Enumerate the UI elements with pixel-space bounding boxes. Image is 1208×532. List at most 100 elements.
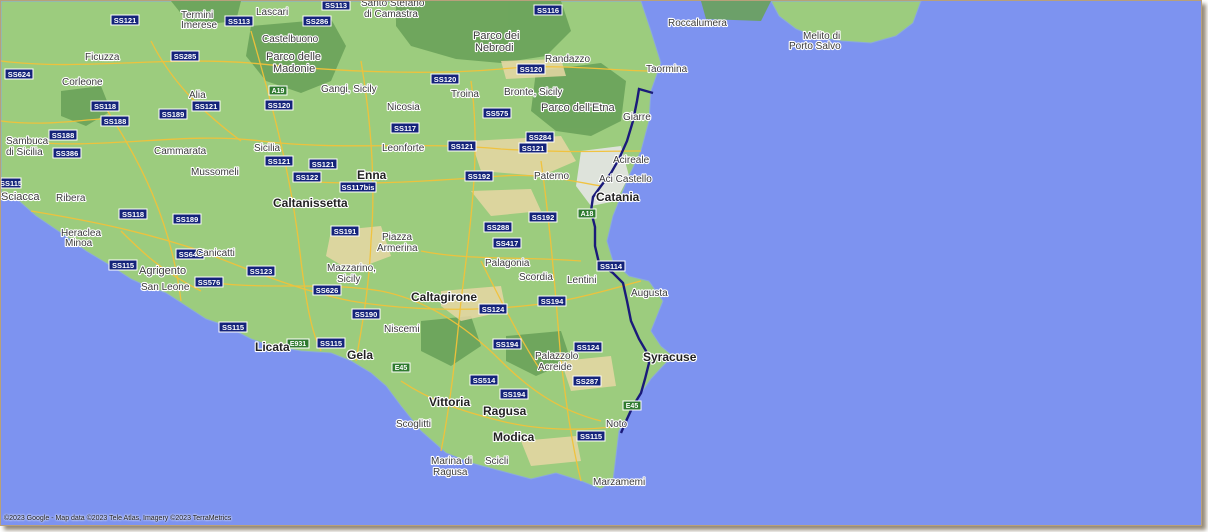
road-shield: SS514 (469, 374, 499, 386)
road-shield: SS116 (533, 4, 563, 16)
place-label: Troina (451, 89, 479, 100)
road-shield: SS121 (191, 100, 221, 112)
place-label: di Camastra (364, 9, 418, 20)
svg-text:SS189: SS189 (176, 215, 199, 224)
place-label: Mazzarino, (327, 263, 376, 274)
svg-text:SS194: SS194 (503, 390, 526, 399)
svg-text:SS194: SS194 (541, 297, 564, 306)
place-label: San Leone (141, 282, 190, 293)
svg-text:SS189: SS189 (162, 110, 185, 119)
place-label: Scordia (519, 272, 553, 283)
svg-text:SS115: SS115 (320, 339, 342, 348)
place-label: Parco delle (266, 51, 321, 63)
road-shield: SS124 (478, 303, 508, 315)
road-shield: SS120 (264, 99, 294, 111)
svg-text:SS121: SS121 (114, 16, 137, 25)
place-label: Marzamemi (593, 477, 645, 488)
place-label: Niscemi (384, 324, 420, 335)
place-label: Gangi, Sicily (321, 84, 377, 95)
place-label: Noto (606, 419, 628, 430)
road-shield: SS286 (302, 15, 332, 27)
place-label: Gela (347, 348, 373, 362)
place-label: Catania (596, 190, 640, 204)
svg-text:SS121: SS121 (522, 144, 545, 153)
place-label: Lascari (256, 7, 288, 18)
road-shield: SS194 (499, 388, 529, 400)
road-shield: SS191 (330, 225, 360, 237)
road-shield: SS120 (430, 73, 460, 85)
place-label: Ragusa (433, 467, 468, 478)
place-label: Piazza (382, 232, 412, 243)
place-label: Giarre (623, 112, 651, 123)
road-shield: SS189 (158, 108, 188, 120)
svg-text:SS121: SS121 (451, 142, 474, 151)
place-label: Licata (255, 340, 290, 354)
svg-text:SS115: SS115 (580, 432, 602, 441)
place-label: Paterno (534, 171, 569, 182)
road-shield: SS117bis (339, 181, 377, 193)
place-label: Marina di (431, 456, 472, 467)
place-label: di Sicilia (6, 147, 43, 158)
place-label: Roccalumera (668, 18, 727, 29)
svg-text:SS194: SS194 (496, 340, 519, 349)
road-shield: SS114 (596, 260, 626, 272)
svg-text:SS123: SS123 (250, 267, 273, 276)
svg-text:A18: A18 (581, 211, 594, 218)
place-label: Leonforte (382, 143, 425, 154)
svg-text:SS118: SS118 (94, 102, 116, 111)
road-shield: SS115 (576, 430, 606, 442)
svg-text:SS118: SS118 (122, 210, 144, 219)
road-shield: SS192 (464, 170, 494, 182)
place-label: Corleone (62, 77, 103, 88)
place-label: Agrigento (139, 265, 186, 277)
place-label: Cammarata (154, 146, 207, 157)
place-label: Castelbuono (262, 34, 319, 45)
road-shield: SS288 (483, 221, 513, 233)
road-shield: SS113 (224, 15, 254, 27)
road-shield: SS192 (528, 211, 558, 223)
svg-text:SS192: SS192 (468, 172, 491, 181)
svg-text:SS122: SS122 (296, 173, 319, 182)
road-shield: SS194 (537, 295, 567, 307)
place-label: Caltanissetta (273, 196, 348, 210)
place-label: Sciacca (1, 191, 40, 203)
road-shield: SS576 (194, 276, 224, 288)
place-label: Parco dei (473, 30, 519, 42)
place-label: Vittoria (429, 395, 470, 409)
road-shield: SS115 (316, 337, 346, 349)
motorway-shield: E45 (622, 400, 642, 411)
svg-text:SS284: SS284 (529, 133, 552, 142)
svg-text:SS576: SS576 (198, 278, 221, 287)
svg-text:SS113: SS113 (228, 17, 250, 26)
place-label: Mussomeli (191, 167, 239, 178)
place-label: Enna (357, 168, 387, 182)
road-shield: SS190 (351, 308, 381, 320)
place-label: Augusta (631, 288, 668, 299)
map-canvas[interactable]: SS121 SS113 SS286 SS113 SS116 SS285 SS62… (1, 1, 1201, 525)
road-shield: SS194 (492, 338, 522, 350)
svg-text:SS114: SS114 (600, 262, 623, 271)
svg-text:SS116: SS116 (537, 6, 559, 15)
place-label: Canicatti (196, 248, 235, 259)
place-label: Imerese (181, 20, 218, 31)
svg-text:E45: E45 (626, 403, 639, 410)
svg-text:SS285: SS285 (174, 52, 197, 61)
place-label: Aci Castello (599, 174, 652, 185)
svg-text:SS113: SS113 (325, 1, 347, 10)
road-shield: SS121 (264, 155, 294, 167)
place-label: Lentini (567, 275, 596, 286)
svg-text:SS124: SS124 (577, 343, 600, 352)
svg-text:SS286: SS286 (306, 17, 329, 26)
svg-text:A19: A19 (272, 88, 285, 95)
svg-text:SS192: SS192 (532, 213, 555, 222)
svg-text:SS117: SS117 (394, 124, 416, 133)
motorway-shield: E931 (286, 338, 310, 349)
place-label: Palazzolo (535, 351, 579, 362)
place-label: Ribera (56, 193, 86, 204)
road-shield: SS123 (246, 265, 276, 277)
place-label: Armerina (377, 243, 418, 254)
svg-text:SS115: SS115 (112, 261, 134, 270)
place-label: Modica (493, 430, 535, 444)
svg-text:SS120: SS120 (520, 65, 543, 74)
place-label: Sambuca (6, 136, 49, 147)
